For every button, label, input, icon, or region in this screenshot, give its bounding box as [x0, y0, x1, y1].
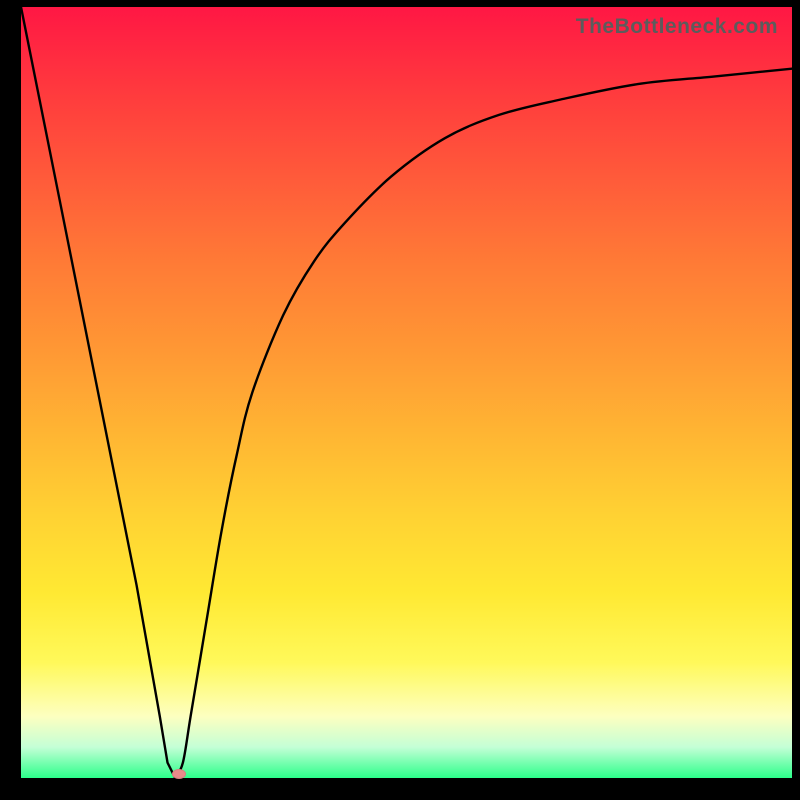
plot-area: TheBottleneck.com	[21, 7, 792, 778]
curve-layer	[21, 7, 792, 778]
bottleneck-curve-path	[21, 7, 792, 778]
optimum-marker	[172, 769, 186, 779]
chart-frame: TheBottleneck.com	[0, 0, 800, 800]
